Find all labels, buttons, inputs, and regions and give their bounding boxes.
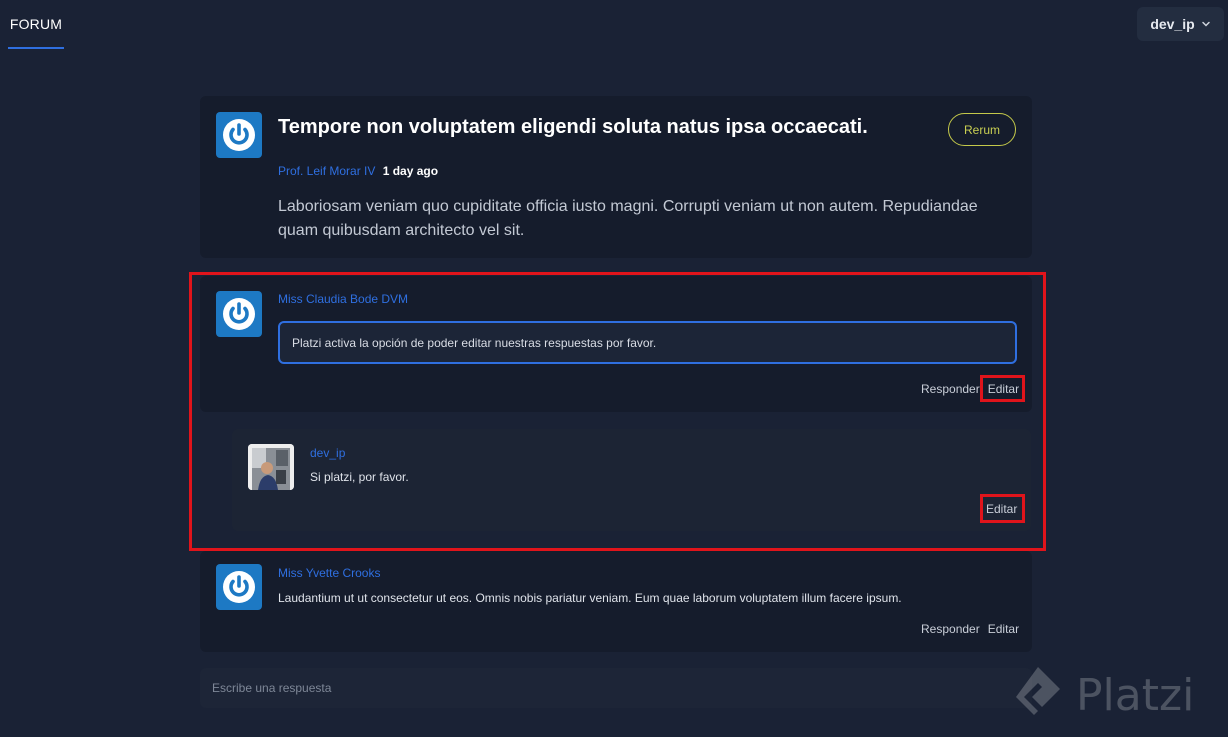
- question-title: Tempore non voluptatem eligendi soluta n…: [278, 116, 868, 138]
- reply-button[interactable]: Responder: [921, 622, 980, 636]
- question-card: Tempore non voluptatem eligendi soluta n…: [200, 96, 1032, 258]
- power-avatar-icon: [216, 291, 262, 337]
- edit-button[interactable]: Editar: [988, 622, 1019, 636]
- category-tag[interactable]: Rerum: [948, 113, 1016, 146]
- tab-forum[interactable]: FORUM: [8, 0, 64, 49]
- comment-card: Miss Yvette Crooks Laudantium ut ut cons…: [200, 551, 1032, 652]
- reply-body: Si platzi, por favor.: [310, 470, 409, 484]
- username-label: dev_ip: [1150, 16, 1195, 32]
- watermark-text: Platzi: [1076, 669, 1195, 721]
- question-time: 1 day ago: [382, 164, 439, 178]
- edit-button[interactable]: Editar: [986, 502, 1017, 516]
- power-avatar-icon: [216, 564, 262, 610]
- platzi-logo-icon: [1016, 667, 1060, 715]
- reply-actions: Editar: [986, 502, 1017, 516]
- question-body: Laboriosam veniam quo cupiditate officia…: [278, 198, 978, 239]
- power-avatar-icon: [216, 112, 262, 158]
- edit-button[interactable]: Editar: [988, 382, 1019, 396]
- reply-input[interactable]: [200, 668, 1032, 708]
- comment-author-link[interactable]: Miss Claudia Bode DVM: [278, 292, 408, 306]
- comment-body: Laudantium ut ut consectetur ut eos. Omn…: [278, 591, 902, 605]
- comment-card: Miss Claudia Bode DVM Responder Editar: [200, 276, 1032, 412]
- comment-actions: Responder Editar: [921, 622, 1019, 636]
- user-photo-avatar: [248, 444, 294, 490]
- top-nav: FORUM dev_ip: [0, 0, 1228, 50]
- question-author-link[interactable]: Prof. Leif Morar IV: [278, 164, 375, 178]
- reply-card: dev_ip Si platzi, por favor. Editar: [232, 429, 1031, 531]
- platzi-watermark: Platzi: [1010, 660, 1220, 730]
- reply-author-link[interactable]: dev_ip: [310, 446, 345, 460]
- chevron-down-icon: [1201, 21, 1210, 27]
- comment-edit-input[interactable]: [278, 321, 1017, 364]
- comment-actions: Responder Editar: [921, 382, 1019, 396]
- comment-author-link[interactable]: Miss Yvette Crooks: [278, 566, 380, 580]
- user-menu-button[interactable]: dev_ip: [1137, 7, 1224, 41]
- question-meta: Prof. Leif Morar IV 1 day ago: [278, 164, 438, 178]
- reply-button[interactable]: Responder: [921, 382, 980, 396]
